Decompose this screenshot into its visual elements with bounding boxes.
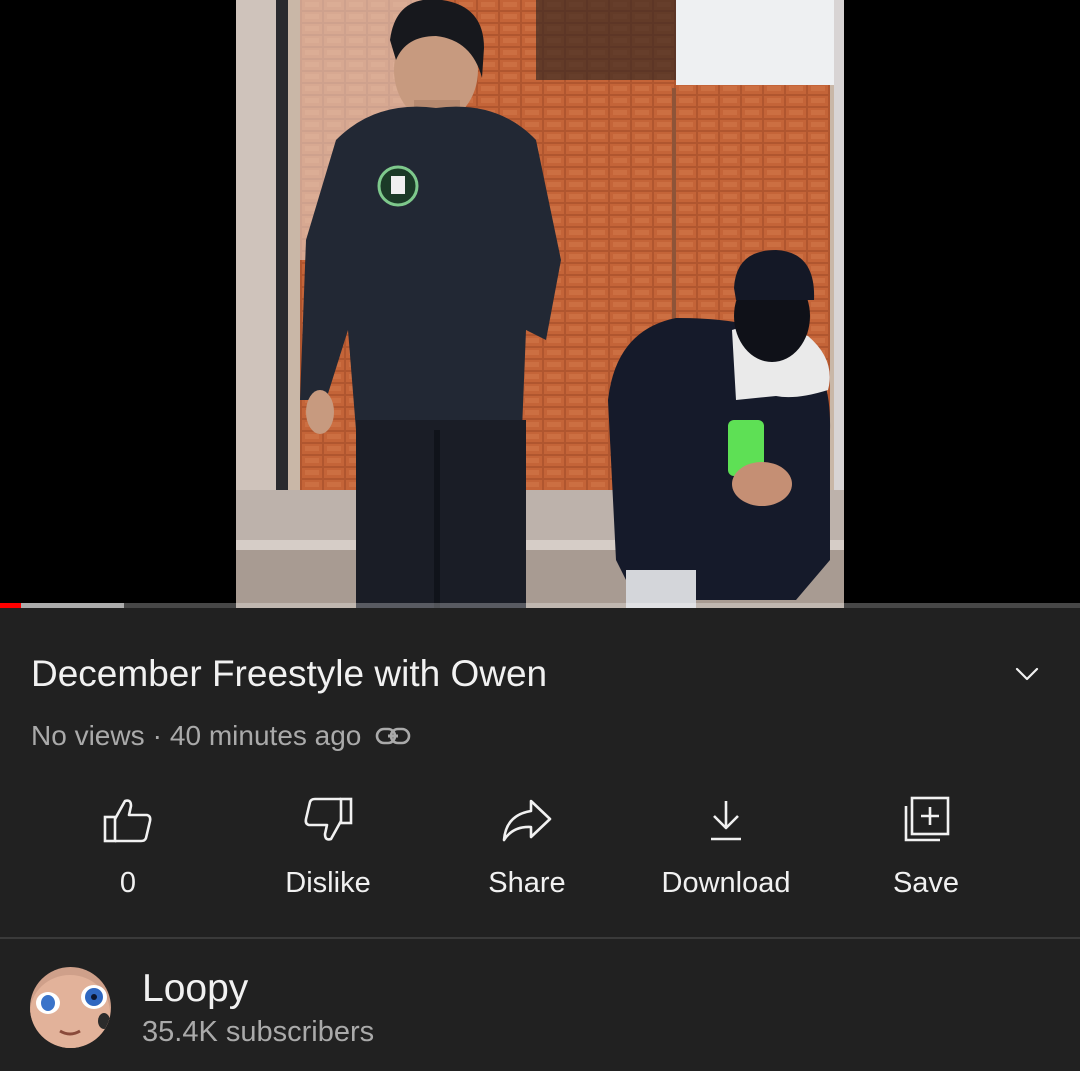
action-bar: 0 Dislike Share Download Save bbox=[0, 790, 1080, 910]
video-player[interactable] bbox=[0, 0, 1080, 608]
save-label: Save bbox=[892, 867, 960, 899]
section-divider bbox=[0, 937, 1080, 939]
video-thumbnail-image bbox=[236, 0, 844, 608]
meta-separator: · bbox=[152, 720, 162, 751]
save-button[interactable]: Save bbox=[826, 790, 1026, 910]
thumbs-down-icon bbox=[304, 797, 353, 841]
dislike-label: Dislike bbox=[285, 867, 371, 899]
share-button[interactable]: Share bbox=[427, 790, 627, 910]
played-bar bbox=[0, 603, 21, 608]
avatar-image bbox=[30, 967, 111, 1048]
channel-name[interactable]: Loopy bbox=[142, 964, 248, 1014]
subscriber-count: 35.4K subscribers bbox=[142, 1016, 375, 1048]
chevron-down-icon bbox=[1015, 667, 1039, 681]
video-title[interactable]: December Freestyle with Owen bbox=[31, 648, 547, 700]
video-meta: No views · 40 minutes ago bbox=[31, 716, 411, 756]
save-playlist-icon bbox=[904, 796, 950, 842]
share-label: Share bbox=[488, 867, 566, 899]
video-frame[interactable] bbox=[236, 0, 844, 608]
expand-description-button[interactable] bbox=[1008, 655, 1046, 693]
progress-bar[interactable] bbox=[0, 603, 1080, 608]
download-button[interactable]: Download bbox=[626, 790, 826, 910]
download-icon bbox=[711, 801, 741, 841]
share-arrow-icon bbox=[502, 799, 552, 842]
channel-avatar[interactable] bbox=[30, 967, 111, 1048]
like-count: 0 bbox=[119, 867, 137, 899]
thumbs-up-icon bbox=[103, 799, 152, 843]
dislike-button[interactable]: Dislike bbox=[228, 790, 428, 910]
view-count: No views bbox=[31, 720, 145, 751]
download-label: Download bbox=[661, 867, 791, 899]
link-icon[interactable] bbox=[375, 724, 411, 748]
like-button[interactable]: 0 bbox=[28, 790, 228, 910]
upload-time: 40 minutes ago bbox=[169, 720, 362, 751]
